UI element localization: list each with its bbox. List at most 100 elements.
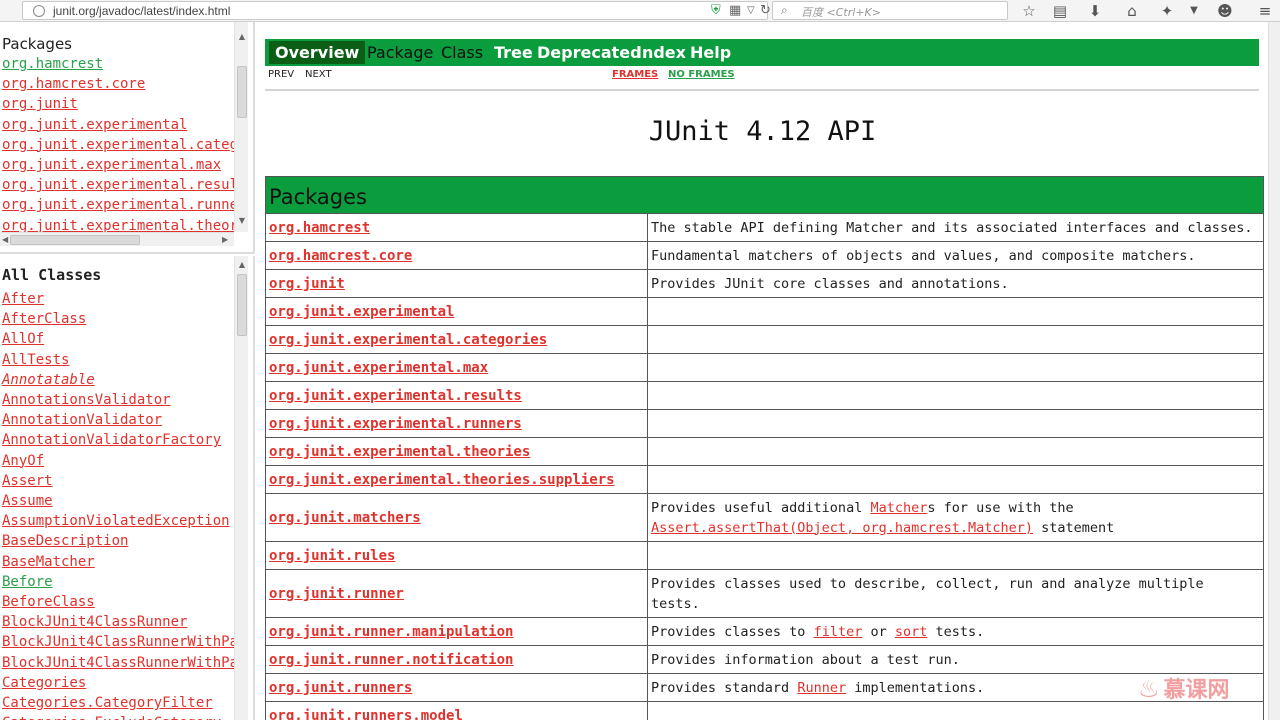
bookmarks-icon[interactable]: ▤ [1049,1,1071,21]
package-link[interactable]: org.junit.experimental.categories [269,332,547,348]
packages-vertical-scrollbar[interactable]: ▲ ▼ [234,22,248,232]
description-link[interactable]: Assert.assertThat(Object, org.hamcrest.M… [651,520,1033,536]
scroll-up-icon[interactable]: ▲ [235,32,249,41]
package-link[interactable]: org.junit.runner.notification [269,652,513,668]
scroll-right-icon[interactable]: ▶ [222,233,228,247]
nav-overview[interactable]: Overview [269,41,366,64]
package-link[interactable]: org.junit.runner.manipulation [269,624,513,640]
classes-vertical-scrollbar[interactable]: ▲ [234,256,248,720]
package-link[interactable]: org.junit.experimental.runner [0,195,234,215]
description-link[interactable]: Matcher [870,500,927,516]
class-link[interactable]: AnyOf [0,451,234,471]
qr-icon[interactable]: ▦ [729,4,741,18]
download-icon[interactable]: ⬇ [1084,1,1106,21]
package-link[interactable]: org.junit.experimental.max [269,360,488,376]
class-link[interactable]: AssumptionViolatedException [0,511,234,531]
table-row: org.junit.experimental [265,297,1264,326]
class-link[interactable]: BlockJUnit4ClassRunnerWithPar [0,632,234,652]
package-link[interactable]: org.junit.experimental [269,304,454,320]
chevron-down-icon[interactable]: ▼ [1183,1,1205,21]
class-link[interactable]: AfterClass [0,309,234,329]
search-input[interactable]: ⌕ 百度 <Ctrl+K> [772,1,1008,20]
scroll-thumb[interactable] [237,274,247,336]
description-text: Fundamental matchers of objects and valu… [651,247,1196,264]
page-title: JUnit 4.12 API [648,116,877,147]
scroll-down-icon[interactable]: ▼ [235,216,249,225]
package-link[interactable]: org.junit.experimental [0,115,234,135]
packages-horizontal-scrollbar[interactable]: ◀ ▶ [0,232,234,246]
class-link[interactable]: BaseDescription [0,531,234,551]
package-link[interactable]: org.junit.experimental.theories [269,444,530,460]
nav-deprecated[interactable]: Deprecated [537,39,642,66]
package-link[interactable]: org.junit [0,94,234,114]
package-description-cell [647,541,1264,570]
package-name-cell: org.junit.matchers [265,493,648,542]
package-link[interactable]: org.hamcrest.core [269,248,412,264]
frames-link[interactable]: FRAMES [612,69,658,80]
home-icon[interactable]: ⌂ [1121,1,1143,21]
package-link[interactable]: org.junit.runners.model [269,708,463,720]
class-link[interactable]: Assert [0,471,234,491]
description-link[interactable]: Runner [797,680,846,696]
description-link[interactable]: sort [895,624,928,640]
class-link[interactable]: Categories.CategoryFilter [0,693,234,713]
class-link[interactable]: AnnotationsValidator [0,390,234,410]
no-frames-link[interactable]: NO FRAMES [668,69,735,80]
nav-index[interactable]: Index [636,39,686,66]
class-link[interactable]: AllTests [0,350,234,370]
package-link[interactable]: org.hamcrest [269,220,370,236]
address-bar[interactable]: junit.org/javadoc/latest/index.html ⛨ ▦ … [22,1,771,20]
class-link[interactable]: BeforeClass [0,592,234,612]
chat-icon[interactable]: ☻ [1214,1,1236,21]
class-link[interactable]: Annotatable [0,370,234,390]
class-link[interactable]: AnnotationValidatorFactory [0,430,234,450]
package-link[interactable]: org.hamcrest.core [0,74,234,94]
class-link[interactable]: BlockJUnit4ClassRunnerWithPar [0,653,234,673]
package-link[interactable]: org.junit.matchers [269,510,421,526]
package-link[interactable]: org.junit [269,276,345,292]
class-link[interactable]: Categories [0,673,234,693]
package-link[interactable]: org.junit.runners [269,680,412,696]
package-link[interactable]: org.junit.experimental.max [0,155,234,175]
scroll-up-icon[interactable]: ▲ [235,260,249,269]
chevron-down-icon[interactable]: ▽ [747,4,755,18]
scroll-left-icon[interactable]: ◀ [2,233,8,247]
star-icon[interactable]: ☆ [1018,1,1040,21]
description-link[interactable]: filter [814,624,863,640]
menu-icon[interactable]: ≡ [1254,1,1276,21]
package-name-cell: org.junit.runners [265,673,648,702]
table-row: org.hamcrest The stable API defining Matc… [265,213,1264,242]
package-link[interactable]: org.junit.experimental.resul [0,175,234,195]
class-link[interactable]: AnnotationValidator [0,410,234,430]
package-name-cell: org.junit.experimental.categories [265,325,648,354]
package-description-cell: Provides classes used to describe, colle… [647,569,1264,618]
shield-icon[interactable]: ⛨ [711,4,721,18]
package-link[interactable]: org.junit.experimental.catego [0,135,234,155]
package-name-cell: org.junit.runner [265,569,648,618]
main-vertical-scrollbar[interactable] [1268,22,1280,720]
package-link[interactable]: org.junit.experimental.theories.supplier… [269,472,615,488]
package-link[interactable]: org.junit.rules [269,548,395,564]
nav-help[interactable]: Help [690,39,731,66]
nav-tree[interactable]: Tree [494,39,533,66]
package-link[interactable]: org.hamcrest [0,54,234,74]
class-link[interactable]: Before [0,572,234,592]
package-name-cell: org.junit.runner.notification [265,645,648,674]
reload-icon[interactable]: ↻ [760,4,771,18]
class-link[interactable]: After [0,289,234,309]
class-link[interactable]: AllOf [0,329,234,349]
search-icon: ⌕ [781,3,788,17]
addon-icon[interactable]: ✦ [1156,1,1178,21]
package-link[interactable]: org.junit.experimental.theor [0,216,234,232]
package-link[interactable]: org.junit.experimental.results [269,388,522,404]
table-row: org.junit.runner.notification Provides in… [265,645,1264,674]
class-link[interactable]: Assume [0,491,234,511]
package-link[interactable]: org.junit.runner [269,586,404,602]
class-link[interactable]: BlockJUnit4ClassRunner [0,612,234,632]
package-description-cell [647,465,1264,494]
class-link[interactable]: Categories.ExcludeCategory [0,713,234,720]
package-link[interactable]: org.junit.experimental.runners [269,416,522,432]
class-link[interactable]: BaseMatcher [0,552,234,572]
scroll-thumb[interactable] [237,66,247,118]
scroll-thumb[interactable] [10,235,140,245]
